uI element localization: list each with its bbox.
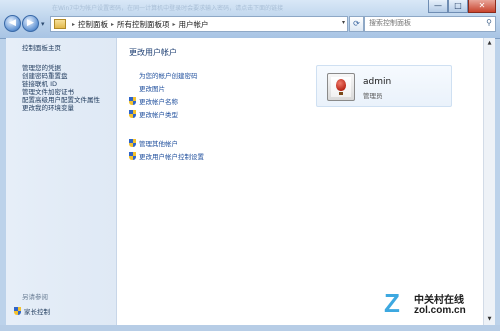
scroll-up-icon[interactable]: ▲	[485, 39, 494, 48]
control-panel-window: 在Win7中为帐户设置密码，在同一计算机中登录时会要求输入密码，请点击下面的链接…	[0, 0, 500, 331]
close-button[interactable]: ✕	[468, 0, 496, 13]
page-title: 更改用户帐户	[129, 48, 177, 57]
parental-controls-label: 家长控制	[24, 308, 50, 316]
uac-settings-label: 更改用户帐户控制设置	[139, 153, 204, 161]
sidebar-item-environment-variables[interactable]: 更改我的环境变量	[22, 104, 116, 112]
sidebar-item-reset-disk[interactable]: 创建密码重置盘	[22, 72, 116, 80]
maximize-button[interactable]: □	[448, 0, 468, 13]
user-avatar[interactable]	[327, 73, 355, 101]
breadcrumb-separator: ▸	[172, 20, 176, 28]
forward-arrow-icon[interactable]: ▶	[22, 15, 39, 32]
blurred-banner-text: 在Win7中为帐户设置密码，在同一计算机中登录时会要求输入密码，请点击下面的链接	[52, 5, 284, 12]
uac-settings-link[interactable]: 更改用户帐户控制设置	[129, 151, 204, 161]
change-account-name-label: 更改帐户名称	[139, 98, 178, 106]
navigation-buttons: ◀ ▶ ▾	[4, 15, 45, 32]
title-bar: 在Win7中为帐户设置密码，在同一计算机中登录时会要求输入密码，请点击下面的链接…	[0, 0, 500, 39]
address-bar[interactable]: ▸ 控制面板 ▸ 所有控制面板项 ▸ 用户帐户 ▾	[50, 16, 348, 32]
breadcrumb-separator: ▸	[111, 20, 115, 28]
change-account-type-label: 更改帐户类型	[139, 111, 178, 119]
user-role: 管理员	[363, 92, 383, 100]
watermark-url: zol.com.cn	[414, 305, 466, 316]
sidebar-item-encryption-cert[interactable]: 管理文件加密证书	[22, 88, 116, 96]
sidebar-item-parental-controls[interactable]: 家长控制	[14, 306, 50, 316]
sidebar-item-home[interactable]: 控制面板主页	[22, 44, 116, 52]
breadcrumb-all-items[interactable]: 所有控制面板项	[117, 19, 170, 30]
uac-shield-icon	[129, 110, 136, 118]
address-dropdown-icon[interactable]: ▾	[342, 19, 345, 26]
sidebar-item-online-id[interactable]: 链接联机 ID	[22, 80, 116, 88]
watermark-brand: 中关村在线	[414, 295, 464, 306]
search-box[interactable]: ⚲	[364, 16, 496, 32]
sidebar-item-profile-properties[interactable]: 配置高级用户配置文件属性	[22, 96, 116, 104]
uac-shield-icon	[129, 97, 136, 105]
change-picture-link[interactable]: 更改图片	[139, 83, 165, 93]
breadcrumb-user-accounts[interactable]: 用户帐户	[179, 19, 209, 30]
user-account-card: admin 管理员	[316, 65, 452, 107]
search-input[interactable]	[365, 17, 479, 27]
search-icon[interactable]: ⚲	[486, 18, 492, 27]
balloon-basket	[339, 92, 343, 95]
avatar-picture	[331, 77, 351, 97]
vertical-scrollbar[interactable]: ▲ ▼	[483, 38, 495, 325]
zol-logo-icon: Z	[384, 288, 400, 318]
control-panel-folder-icon	[54, 19, 66, 29]
uac-shield-icon	[129, 139, 136, 147]
recent-pages-dropdown-icon[interactable]: ▾	[41, 20, 45, 28]
user-name: admin	[363, 77, 392, 87]
minimize-button[interactable]: —	[428, 0, 448, 13]
manage-other-accounts-label: 管理其他帐户	[139, 140, 178, 148]
create-password-link[interactable]: 为您的帐户创建密码	[139, 70, 198, 80]
window-bottom-border	[0, 325, 500, 331]
change-account-name-link[interactable]: 更改帐户名称	[129, 96, 178, 106]
see-also-label: 另请参阅	[22, 293, 48, 301]
uac-shield-icon	[129, 152, 136, 160]
manage-other-accounts-link[interactable]: 管理其他帐户	[129, 138, 178, 148]
uac-shield-icon	[14, 307, 21, 315]
hot-air-balloon-icon	[336, 79, 346, 91]
sidebar-item-credentials[interactable]: 管理您的凭据	[22, 64, 116, 72]
refresh-icon[interactable]: ⟳	[349, 16, 364, 32]
back-arrow-icon[interactable]: ◀	[4, 15, 21, 32]
zol-watermark: Z 中关村在线 zol.com.cn	[384, 286, 496, 322]
breadcrumb-separator: ▸	[72, 20, 76, 28]
window-controls: — □ ✕	[428, 0, 496, 13]
breadcrumb-control-panel[interactable]: 控制面板	[78, 19, 108, 30]
sidebar: 控制面板主页 管理您的凭据 创建密码重置盘 链接联机 ID 管理文件加密证书 配…	[6, 38, 117, 325]
change-account-type-link[interactable]: 更改帐户类型	[129, 109, 178, 119]
main-content: 更改用户帐户 为您的帐户创建密码 更改图片 更改帐户名称 更改帐户类型 管理其他…	[117, 38, 483, 325]
